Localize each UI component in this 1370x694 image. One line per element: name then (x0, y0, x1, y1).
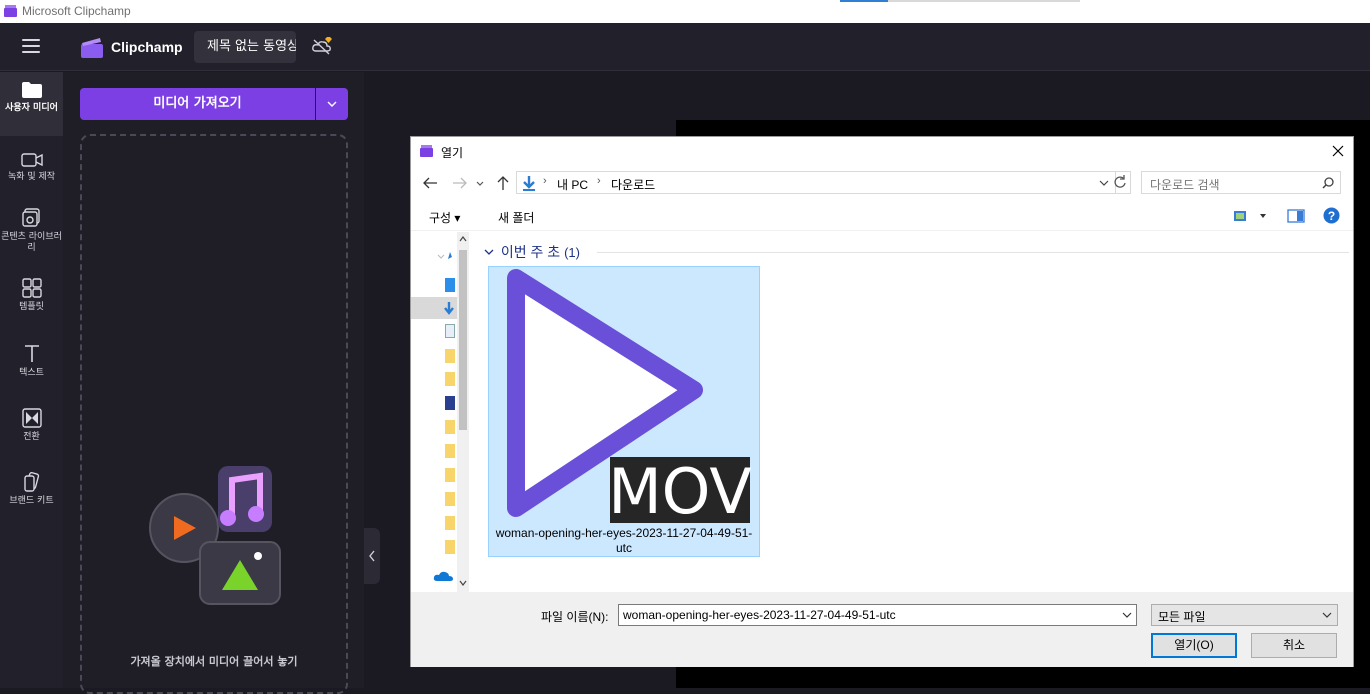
search-placeholder: 다운로드 검색 (1150, 178, 1220, 192)
tree-item-folder-icon[interactable] (445, 468, 455, 482)
new-folder-button[interactable]: 새 폴더 (498, 209, 534, 226)
navigation-scrollbar[interactable] (457, 232, 469, 592)
tree-item-app-folder-icon[interactable] (445, 396, 455, 410)
breadcrumb-downloads[interactable]: 다운로드 (611, 176, 655, 193)
help-icon[interactable]: ? (1323, 207, 1340, 224)
file-list: 이번 주 초 (1) MOV woman-opening-her-eyes-20… (473, 232, 1353, 592)
nav-item-record-create[interactable]: 녹화 및 제작 (0, 152, 63, 183)
close-icon[interactable] (1329, 142, 1347, 160)
clipchamp-app-icon (4, 5, 17, 17)
open-file-dialog: 열기 › 내 PC › 다운로드 다운로드 검색 구성 ▾ 새 폴더 ? 이번 … (410, 136, 1354, 667)
loading-indicator (840, 0, 1080, 2)
filename-history-chevron-icon[interactable] (1122, 611, 1132, 619)
file-name-label: woman-opening-her-eyes-2023-11-27-04-49-… (495, 526, 753, 555)
mov-badge-text: MOV (608, 455, 752, 526)
chevron-left-icon (369, 550, 375, 562)
downloads-folder-icon (523, 176, 535, 191)
svg-text:?: ? (1328, 209, 1335, 223)
filename-input[interactable]: woman-opening-her-eyes-2023-11-27-04-49-… (618, 604, 1137, 626)
tree-item-folder-icon[interactable] (445, 420, 455, 434)
premium-cloud-icon[interactable] (311, 36, 333, 56)
onedrive-cloud-icon[interactable] (433, 570, 455, 582)
window-titlebar: Microsoft Clipchamp (0, 0, 1370, 23)
view-options-icon[interactable] (1233, 209, 1269, 223)
dialog-footer: 파일 이름(N): woman-opening-her-eyes-2023-11… (411, 592, 1353, 667)
navigation-pane (411, 232, 471, 592)
tree-item-folder-icon[interactable] (445, 349, 455, 363)
collapse-panel-button[interactable] (364, 528, 380, 584)
file-item-selected[interactable]: MOV woman-opening-her-eyes-2023-11-27-04… (488, 266, 760, 557)
clipchamp-dialog-icon (420, 145, 433, 157)
nav-item-content-library[interactable]: 콘텐츠 라이브러리 (0, 208, 63, 254)
group-collapse-chevron-icon (484, 249, 494, 255)
import-options-dropdown[interactable] (316, 88, 348, 120)
preview-pane-icon[interactable] (1287, 209, 1305, 223)
chevron-down-icon (1322, 612, 1332, 618)
organize-button[interactable]: 구성 ▾ (429, 209, 460, 226)
scroll-up-icon[interactable] (459, 236, 467, 242)
nav-item-text[interactable]: 텍스트 (0, 344, 63, 379)
menu-icon[interactable] (22, 39, 40, 53)
dialog-title: 열기 (441, 146, 464, 160)
import-media-button[interactable]: 미디어 가져오기 (80, 88, 315, 120)
group-divider (597, 252, 1349, 253)
search-input[interactable]: 다운로드 검색 (1141, 171, 1341, 194)
nav-item-templates[interactable]: 템플릿 (0, 278, 63, 313)
search-icon (1322, 177, 1334, 189)
window-title: Microsoft Clipchamp (22, 4, 131, 18)
tree-item-documents-icon[interactable] (445, 324, 455, 338)
nav-item-brand-kit[interactable]: 브랜드 키트 (0, 472, 63, 507)
text-icon (24, 345, 39, 362)
back-arrow-icon[interactable] (421, 175, 439, 191)
tree-item-downloads-icon[interactable] (443, 301, 455, 317)
clipchamp-logo-icon (81, 38, 103, 58)
media-dropzone[interactable]: 가져올 장치에서 미디어 끌어서 놓기 (80, 134, 348, 694)
tree-item-folder-icon[interactable] (445, 540, 455, 554)
recent-locations-chevron-icon[interactable] (475, 175, 485, 191)
nav-item-transitions[interactable]: 전환 (0, 408, 63, 443)
tree-item-folder-icon[interactable] (445, 444, 455, 458)
app-header: Clipchamp 제목 없는 동영상 (0, 23, 1370, 71)
refresh-button[interactable] (1109, 171, 1131, 194)
video-camera-icon (20, 153, 43, 167)
templates-icon (21, 278, 42, 298)
open-button[interactable]: 열기(O) (1151, 633, 1237, 658)
filename-label: 파일 이름(N): (541, 610, 609, 624)
left-nav: 사용자 미디어 녹화 및 제작 콘텐츠 라이브러리 템플릿 텍스트 전환 브랜드… (0, 72, 63, 688)
chevron-down-icon (327, 101, 337, 107)
address-history-chevron-icon[interactable] (1099, 179, 1109, 187)
nav-item-your-media[interactable]: 사용자 미디어 (0, 72, 63, 136)
scroll-down-icon[interactable] (459, 580, 467, 586)
quick-access-star-icon[interactable] (435, 251, 455, 265)
media-panel: 미디어 가져오기 가져올 장치에서 미디어 끌어서 놓기 (63, 72, 364, 694)
content-library-icon (21, 208, 40, 227)
breadcrumb-separator-icon: › (597, 175, 601, 187)
breadcrumb-separator-icon: › (543, 175, 547, 187)
tree-item-folder-icon[interactable] (445, 492, 455, 506)
address-bar[interactable]: › 내 PC › 다운로드 (516, 171, 1116, 194)
group-header-this-week[interactable]: 이번 주 초 (1) (483, 242, 580, 262)
tree-item-desktop-icon[interactable] (445, 278, 455, 292)
dropzone-instructions: 가져올 장치에서 미디어 끌어서 놓기 (130, 655, 298, 668)
dialog-toolbar: 구성 ▾ 새 폴더 ? (411, 201, 1353, 231)
cancel-button[interactable]: 취소 (1251, 633, 1337, 658)
folder-icon (21, 82, 42, 98)
forward-arrow-icon[interactable] (451, 175, 469, 191)
project-title-field[interactable]: 제목 없는 동영상 (194, 31, 296, 63)
tree-item-folder-icon[interactable] (445, 516, 455, 530)
transition-icon (21, 408, 42, 428)
brand-kit-icon (23, 472, 39, 492)
scrollbar-thumb[interactable] (459, 250, 467, 430)
breadcrumb-my-pc[interactable]: 내 PC (557, 176, 588, 193)
file-type-select[interactable]: 모든 파일 (1151, 604, 1338, 626)
up-arrow-icon[interactable] (494, 175, 512, 191)
refresh-icon (1114, 175, 1126, 188)
media-import-illustration-icon (149, 466, 281, 605)
video-file-thumbnail-icon: MOV (507, 269, 752, 526)
tree-item-folder-icon[interactable] (445, 372, 455, 386)
brand-name: Clipchamp (111, 39, 183, 55)
